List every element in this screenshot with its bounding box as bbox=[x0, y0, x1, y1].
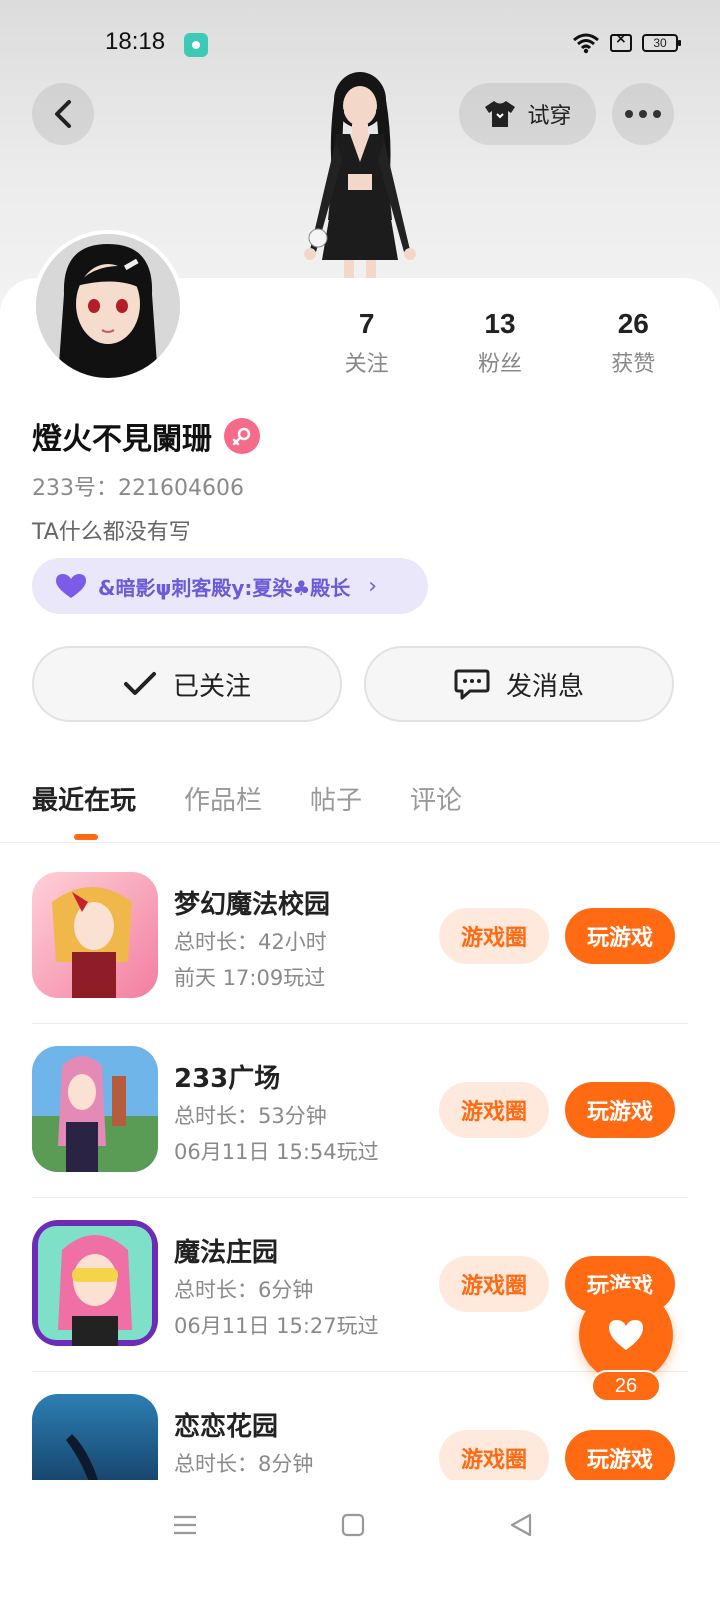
followers-stat[interactable]: 13 粉丝 bbox=[445, 308, 555, 378]
game-icon[interactable] bbox=[32, 1046, 158, 1172]
chat-bubble-icon bbox=[454, 669, 490, 700]
game-duration: 总时长：42小时 bbox=[174, 930, 327, 954]
heart-icon bbox=[609, 1320, 643, 1350]
following-count: 7 bbox=[358, 308, 375, 339]
status-time: 18:18 bbox=[105, 28, 166, 55]
game-last-played: 前天 17:09玩过 bbox=[174, 966, 326, 990]
battery-icon: 30 bbox=[642, 34, 681, 52]
game-title: 恋恋花园 bbox=[174, 1412, 279, 1442]
tab-divider bbox=[0, 842, 720, 843]
shirt-icon bbox=[485, 101, 516, 127]
list-item[interactable]: 233广场 总时长：53分钟 06月11日 15:54玩过 游戏圈 玩游戏 bbox=[0, 1024, 720, 1198]
back-button[interactable] bbox=[32, 83, 94, 145]
profile-stats: 7 关注 13 粉丝 26 获赞 bbox=[300, 308, 700, 378]
game-duration: 总时长：6分钟 bbox=[174, 1278, 314, 1302]
game-circle-button[interactable]: 游戏圈 bbox=[439, 1430, 549, 1486]
send-message-label: 发消息 bbox=[505, 671, 584, 702]
following-button-label: 已关注 bbox=[172, 671, 251, 702]
game-duration: 总时长：53分钟 bbox=[174, 1104, 327, 1128]
game-title: 233广场 bbox=[174, 1064, 281, 1094]
tab-recently-played[interactable]: 最近在玩 bbox=[32, 780, 136, 817]
tab-posts[interactable]: 帖子 bbox=[310, 780, 362, 817]
app-notification-icon bbox=[184, 33, 208, 57]
user-id: 233号：221604606 bbox=[32, 476, 244, 501]
chevron-left-icon bbox=[55, 100, 71, 128]
game-title: 魔法庄园 bbox=[174, 1238, 279, 1268]
following-button[interactable]: 已关注 bbox=[32, 646, 342, 722]
game-circle-button[interactable]: 游戏圈 bbox=[439, 1082, 549, 1138]
game-icon[interactable] bbox=[32, 1220, 158, 1346]
try-on-button[interactable]: 试穿 bbox=[459, 83, 596, 145]
active-tab-indicator bbox=[74, 834, 98, 840]
user-name: 燈火不見闌珊 bbox=[32, 422, 212, 457]
play-game-button[interactable]: 玩游戏 bbox=[565, 1082, 675, 1138]
followers-label: 粉丝 bbox=[477, 352, 522, 377]
profile-tabs: 最近在玩 作品栏 帖子 评论 bbox=[32, 780, 462, 817]
likes-label: 获赞 bbox=[611, 352, 656, 377]
avatar[interactable] bbox=[32, 230, 184, 382]
avatar-character-figure bbox=[304, 72, 416, 282]
name-row: 燈火不見闌珊 bbox=[32, 414, 260, 458]
game-duration: 总时长：8分钟 bbox=[174, 1452, 314, 1476]
back-triangle-icon[interactable] bbox=[508, 1512, 534, 1538]
send-message-button[interactable]: 发消息 bbox=[364, 646, 674, 722]
list-item[interactable]: 梦幻魔法校园 总时长：42小时 前天 17:09玩过 游戏圈 玩游戏 bbox=[0, 850, 720, 1024]
checkmark-icon bbox=[123, 672, 156, 695]
followers-count: 13 bbox=[484, 308, 516, 339]
game-icon[interactable] bbox=[32, 872, 158, 998]
more-dots-icon bbox=[625, 110, 661, 118]
system-navigation-bar bbox=[0, 1480, 720, 1600]
game-circle-button[interactable]: 游戏圈 bbox=[439, 1256, 549, 1312]
chevron-right-icon: › bbox=[368, 573, 378, 599]
more-button[interactable] bbox=[612, 83, 674, 145]
avatar-portrait bbox=[36, 234, 180, 378]
tab-works[interactable]: 作品栏 bbox=[184, 780, 262, 817]
recent-games-list: 梦幻魔法校园 总时长：42小时 前天 17:09玩过 游戏圈 玩游戏 233广场… bbox=[0, 850, 720, 1546]
likes-stat[interactable]: 26 获赞 bbox=[578, 308, 688, 378]
following-label: 关注 bbox=[344, 352, 389, 377]
female-gender-icon bbox=[224, 418, 260, 454]
status-bar: 18:18 30 bbox=[0, 28, 720, 62]
home-square-icon[interactable] bbox=[340, 1512, 366, 1538]
menu-icon[interactable] bbox=[172, 1512, 198, 1538]
user-bio: TA什么都没有写 bbox=[32, 520, 191, 545]
play-game-button[interactable]: 玩游戏 bbox=[565, 908, 675, 964]
family-tag[interactable]: &暗影ψ刺客殿y:夏染♣殿长 › bbox=[32, 558, 428, 614]
following-stat[interactable]: 7 关注 bbox=[312, 308, 422, 378]
game-circle-button[interactable]: 游戏圈 bbox=[439, 908, 549, 964]
family-tag-label: &暗影ψ刺客殿y:夏染♣殿长 bbox=[98, 575, 351, 600]
wifi-icon bbox=[573, 33, 599, 54]
heart-icon bbox=[56, 574, 86, 598]
play-game-button[interactable]: 玩游戏 bbox=[565, 1430, 675, 1486]
game-title: 梦幻魔法校园 bbox=[174, 890, 331, 920]
try-on-label: 试穿 bbox=[527, 104, 572, 129]
game-last-played: 06月11日 15:27玩过 bbox=[174, 1314, 379, 1338]
tab-comments[interactable]: 评论 bbox=[410, 780, 462, 817]
sim-card-icon bbox=[610, 31, 632, 52]
like-button[interactable] bbox=[579, 1288, 673, 1382]
like-count-badge: 26 bbox=[591, 1370, 661, 1402]
likes-count: 26 bbox=[617, 308, 649, 339]
game-last-played: 06月11日 15:54玩过 bbox=[174, 1140, 379, 1164]
